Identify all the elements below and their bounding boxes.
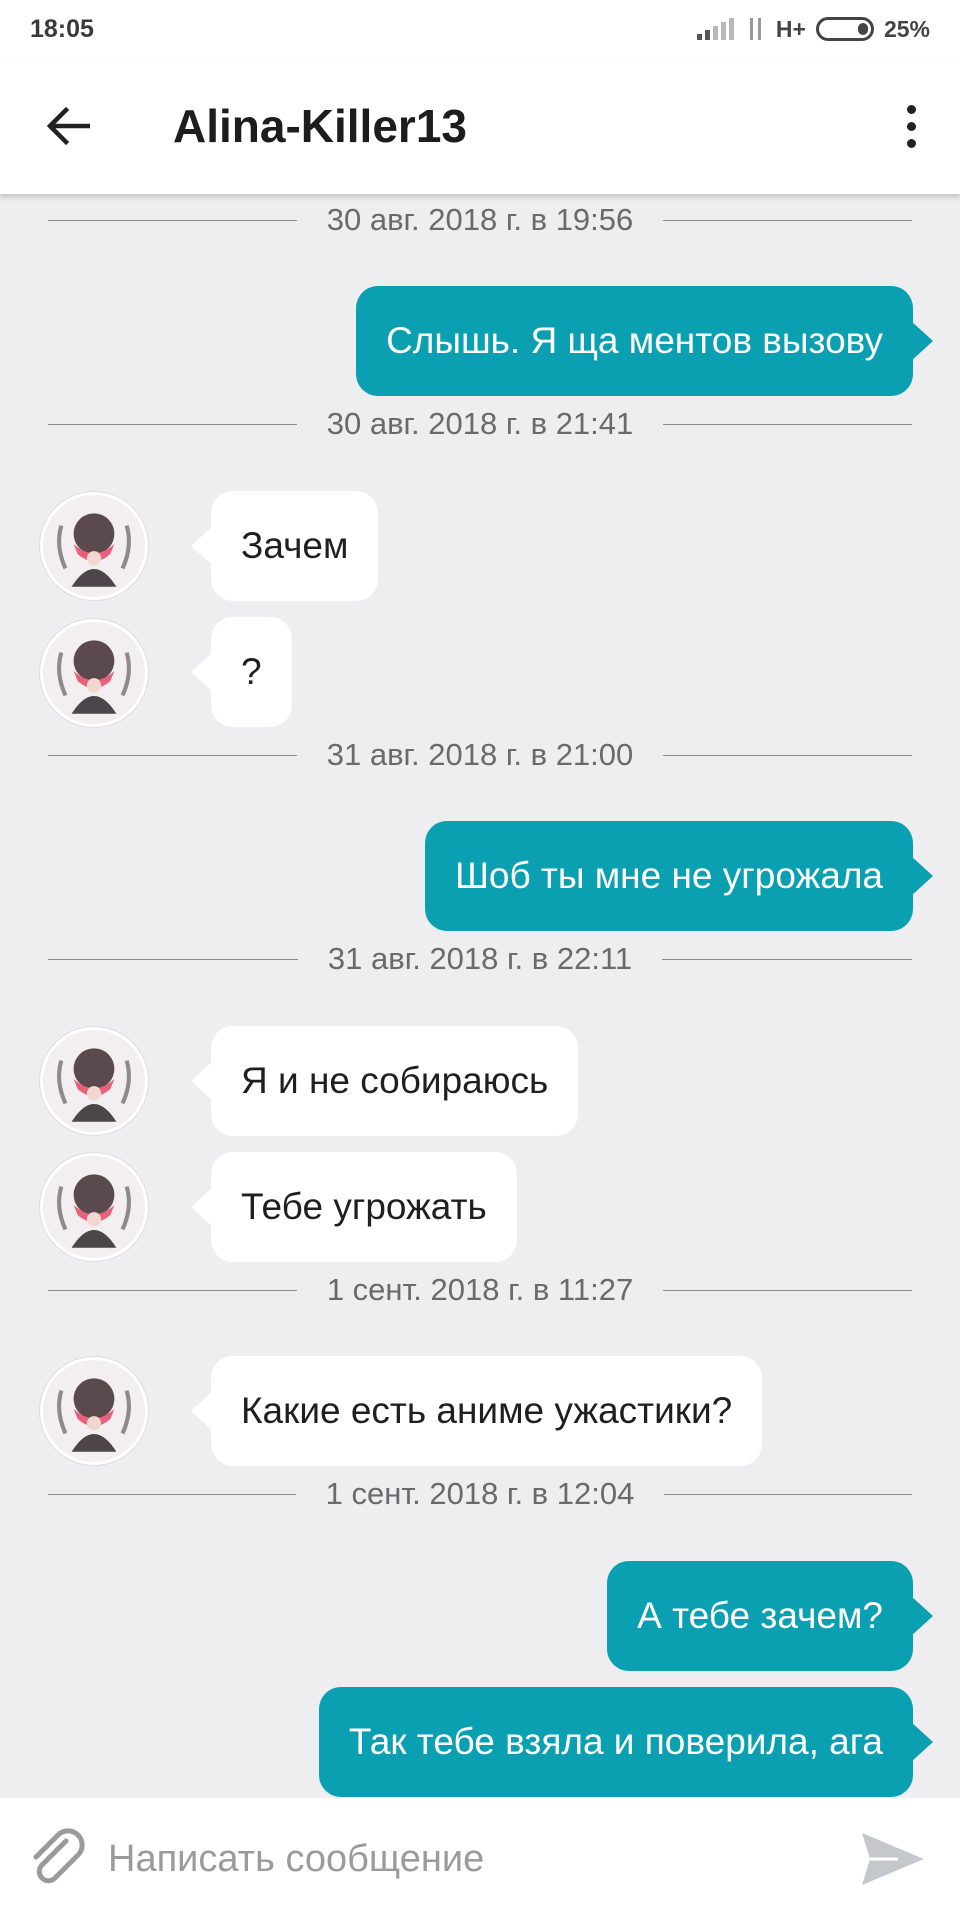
- incoming-message[interactable]: ?: [191, 617, 292, 727]
- outgoing-message[interactable]: Слышь. Я ща ментов вызову: [356, 286, 933, 396]
- conversation-title: Alina-Killer13: [173, 100, 467, 152]
- outgoing-message[interactable]: А тебе зачем?: [607, 1561, 933, 1671]
- avatar-image: [43, 1360, 145, 1462]
- signal-icon: [696, 18, 734, 40]
- send-button[interactable]: [848, 1814, 938, 1904]
- back-button[interactable]: [33, 91, 103, 161]
- message-composer: [0, 1798, 960, 1920]
- incoming-message[interactable]: Какие есть аниме ужастики?: [190, 1356, 763, 1466]
- send-icon: [862, 1833, 924, 1885]
- date-separator: 30 авг. 2018 г. в 19:56: [48, 200, 913, 240]
- avatar-image: [43, 495, 145, 597]
- status-indicators: H+ 25%: [696, 15, 930, 43]
- avatar-image: [43, 1156, 145, 1258]
- network-type: H+: [775, 15, 806, 42]
- battery-percent: 25%: [883, 15, 930, 42]
- status-bar: 18:05 H+ 25%: [0, 0, 960, 58]
- date-separator: 1 сент. 2018 г. в 12:04: [48, 1474, 912, 1514]
- contact-avatar[interactable]: [40, 1357, 148, 1465]
- incoming-message[interactable]: Я и не собираюсь: [190, 1026, 579, 1136]
- paperclip-icon: [33, 1828, 85, 1884]
- app-bar: Alina-Killer13: [0, 58, 960, 194]
- contact-avatar[interactable]: [40, 492, 148, 600]
- message-list[interactable]: 30 авг. 2018 г. в 19:56 Слышь. Я ща мент…: [0, 194, 960, 1798]
- more-vertical-icon: [906, 104, 916, 114]
- contact-avatar[interactable]: [40, 1153, 148, 1261]
- incoming-message[interactable]: Тебе угрожать: [191, 1152, 517, 1262]
- incoming-message[interactable]: Зачем: [190, 491, 379, 601]
- message-input[interactable]: [108, 1819, 848, 1899]
- battery-icon: [815, 17, 874, 41]
- date-separator: 31 авг. 2018 г. в 21:00: [48, 735, 913, 775]
- avatar-image: [43, 1030, 145, 1132]
- more-options-button[interactable]: [886, 91, 936, 161]
- avatar-image: [43, 622, 145, 724]
- contact-avatar[interactable]: [40, 1027, 148, 1135]
- arrow-left-icon: [46, 106, 90, 146]
- attach-button[interactable]: [18, 1819, 98, 1899]
- status-time: 18:05: [30, 14, 94, 43]
- date-separator: 31 авг. 2018 г. в 22:11: [48, 939, 913, 979]
- outgoing-message[interactable]: Так тебе взяла и поверила, ага: [318, 1687, 934, 1797]
- data-transfer-icon: [744, 17, 766, 41]
- outgoing-message[interactable]: Шоб ты мне не угрожала: [424, 821, 934, 931]
- date-separator: 1 сент. 2018 г. в 11:27: [48, 1270, 913, 1310]
- date-separator: 30 авг. 2018 г. в 21:41: [48, 404, 913, 444]
- contact-avatar[interactable]: [40, 619, 148, 727]
